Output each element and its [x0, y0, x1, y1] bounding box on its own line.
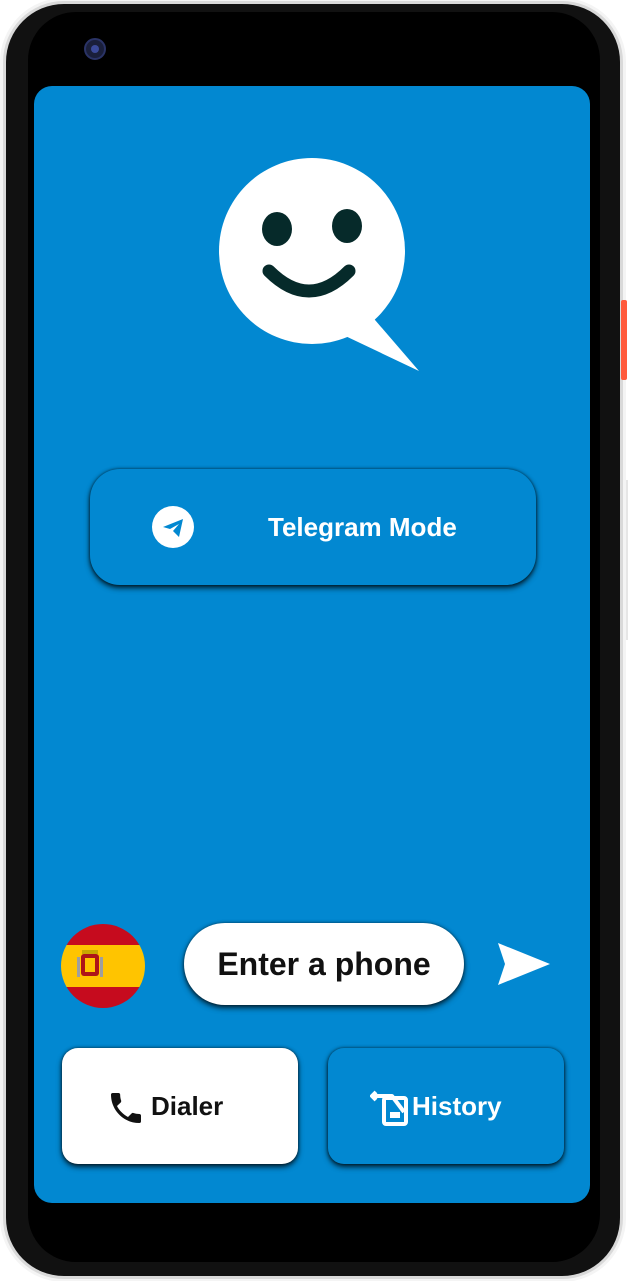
- device-volume-edge: [626, 480, 628, 640]
- dialer-label: Dialer: [151, 1091, 224, 1121]
- history-button[interactable]: History: [328, 1048, 564, 1164]
- spain-flag-icon: [61, 924, 145, 1008]
- smiley-chat-bubble-icon: [219, 158, 419, 371]
- history-label: History: [412, 1091, 502, 1121]
- device-power-button: [621, 300, 627, 380]
- phone-icon: [111, 1093, 141, 1123]
- send-icon[interactable]: [496, 941, 552, 987]
- front-camera-icon: [84, 38, 106, 60]
- dialer-button[interactable]: Dialer: [62, 1048, 298, 1164]
- history-icon: [370, 1090, 408, 1126]
- country-flag-spain[interactable]: [61, 924, 145, 1008]
- telegram-icon: [152, 506, 194, 548]
- phone-number-input[interactable]: [184, 923, 464, 1005]
- telegram-mode-button[interactable]: Telegram Mode: [90, 469, 536, 585]
- telegram-mode-label: Telegram Mode: [268, 512, 457, 542]
- app-screen: Telegram Mode Dialer History: [34, 86, 590, 1203]
